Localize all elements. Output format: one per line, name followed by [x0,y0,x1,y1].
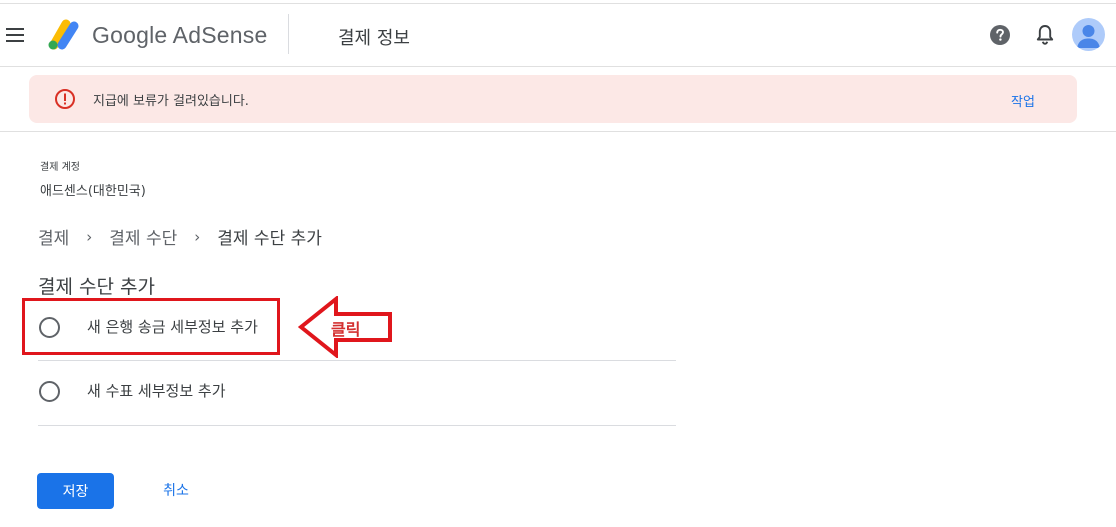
option-divider [38,425,676,426]
annotation-label: 클릭 [331,320,361,339]
help-icon[interactable] [989,24,1011,46]
payment-account-label: 결제 계정 [40,162,80,173]
brand-name: Google AdSense [92,22,268,48]
app-header: Google AdSense 결제 정보 [0,4,1116,67]
alert-action-link[interactable]: 작업 [1011,91,1035,110]
menu-icon[interactable] [6,28,24,42]
cancel-button[interactable]: 취소 [145,473,207,509]
save-button[interactable]: 저장 [37,473,114,509]
breadcrumb-item-payments[interactable]: 결제 [38,224,69,249]
alert-circle-icon [55,89,75,109]
chevron-right-icon: › [194,227,201,246]
user-icon [1077,25,1100,48]
breadcrumb: 결제 › 결제 수단 › 결제 수단 추가 [38,224,322,250]
section-divider [0,131,1116,132]
page-title: 결제 정보 [338,28,410,49]
hold-alert-banner: 지급에 보류가 걸려있습니다. 작업 [29,75,1077,123]
alert-message: 지급에 보류가 걸려있습니다. [93,94,249,109]
radio-button[interactable] [39,381,60,402]
option-check[interactable]: 새 수표 세부정보 추가 [38,360,676,424]
annotation-highlight-box [22,298,280,355]
section-title: 결제 수단 추가 [38,276,155,298]
breadcrumb-item-current: 결제 수단 추가 [217,229,322,249]
chevron-right-icon: › [86,227,93,246]
bell-icon[interactable] [1034,23,1056,47]
avatar[interactable] [1072,18,1105,51]
payment-account-name: 애드센스(대한민국) [40,184,146,199]
adsense-logo-icon [48,19,79,50]
breadcrumb-item-payment-methods[interactable]: 결제 수단 [109,224,177,249]
option-label: 새 수표 세부정보 추가 [87,382,226,400]
header-divider [288,14,289,54]
